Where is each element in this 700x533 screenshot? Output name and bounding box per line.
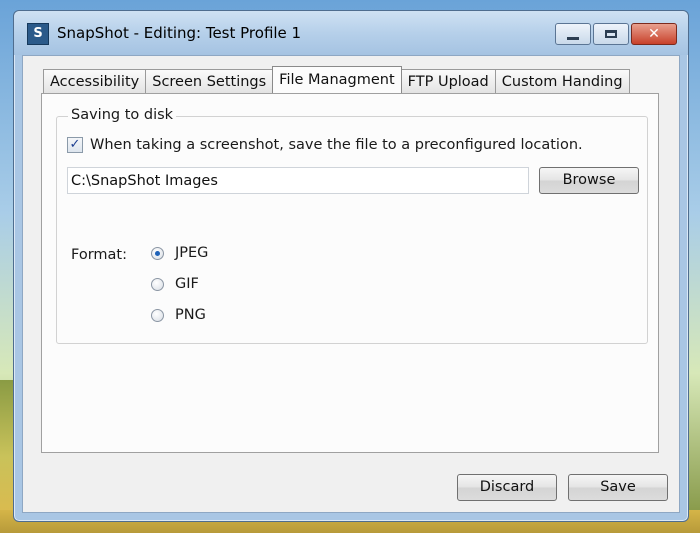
close-button[interactable]: ✕: [631, 23, 677, 45]
minimize-button[interactable]: [555, 23, 591, 45]
save-path-input[interactable]: [67, 167, 529, 194]
format-option-gif[interactable]: GIF: [151, 276, 199, 292]
save-location-checkbox-row[interactable]: ✓ When taking a screenshot, save the fil…: [67, 137, 583, 153]
save-location-checkbox[interactable]: ✓: [67, 137, 83, 153]
dialog-client-area: Accessibility Screen Settings File Manag…: [22, 55, 680, 513]
save-button[interactable]: Save: [568, 474, 668, 501]
tab-panel-file-managment: Saving to disk ✓ When taking a screensho…: [41, 93, 659, 453]
title-bar[interactable]: S SnapShot - Editing: Test Profile 1 ✕: [14, 11, 688, 55]
radio-png[interactable]: [151, 308, 164, 322]
tab-accessibility[interactable]: Accessibility: [43, 69, 147, 93]
tab-screen-settings[interactable]: Screen Settings: [145, 69, 274, 93]
saving-to-disk-group: Saving to disk ✓ When taking a screensho…: [56, 107, 648, 344]
window-title: SnapShot - Editing: Test Profile 1: [57, 24, 302, 42]
radio-jpeg-label[interactable]: JPEG: [175, 245, 208, 261]
tab-ftp-upload[interactable]: FTP Upload: [400, 69, 496, 93]
tab-custom-handing[interactable]: Custom Handing: [494, 69, 630, 93]
format-option-jpeg[interactable]: JPEG: [151, 245, 208, 261]
format-label: Format:: [71, 247, 127, 263]
group-legend: Saving to disk: [68, 107, 177, 123]
app-icon: S: [27, 23, 49, 45]
radio-png-label[interactable]: PNG: [175, 307, 206, 323]
save-location-checkbox-label[interactable]: When taking a screenshot, save the file …: [90, 137, 583, 153]
browse-button[interactable]: Browse: [539, 167, 639, 194]
radio-jpeg[interactable]: [151, 246, 164, 260]
snapshot-window: S SnapShot - Editing: Test Profile 1 ✕ A…: [13, 10, 689, 522]
radio-gif[interactable]: [151, 277, 164, 291]
maximize-icon: [605, 30, 617, 38]
format-option-png[interactable]: PNG: [151, 307, 206, 323]
radio-gif-label[interactable]: GIF: [175, 276, 199, 292]
close-icon: ✕: [648, 26, 660, 42]
maximize-button[interactable]: [593, 23, 629, 45]
tab-strip: Accessibility Screen Settings File Manag…: [43, 66, 630, 93]
tab-file-managment[interactable]: File Managment: [272, 66, 402, 93]
minimize-icon: [567, 36, 579, 40]
discard-button[interactable]: Discard: [457, 474, 557, 501]
